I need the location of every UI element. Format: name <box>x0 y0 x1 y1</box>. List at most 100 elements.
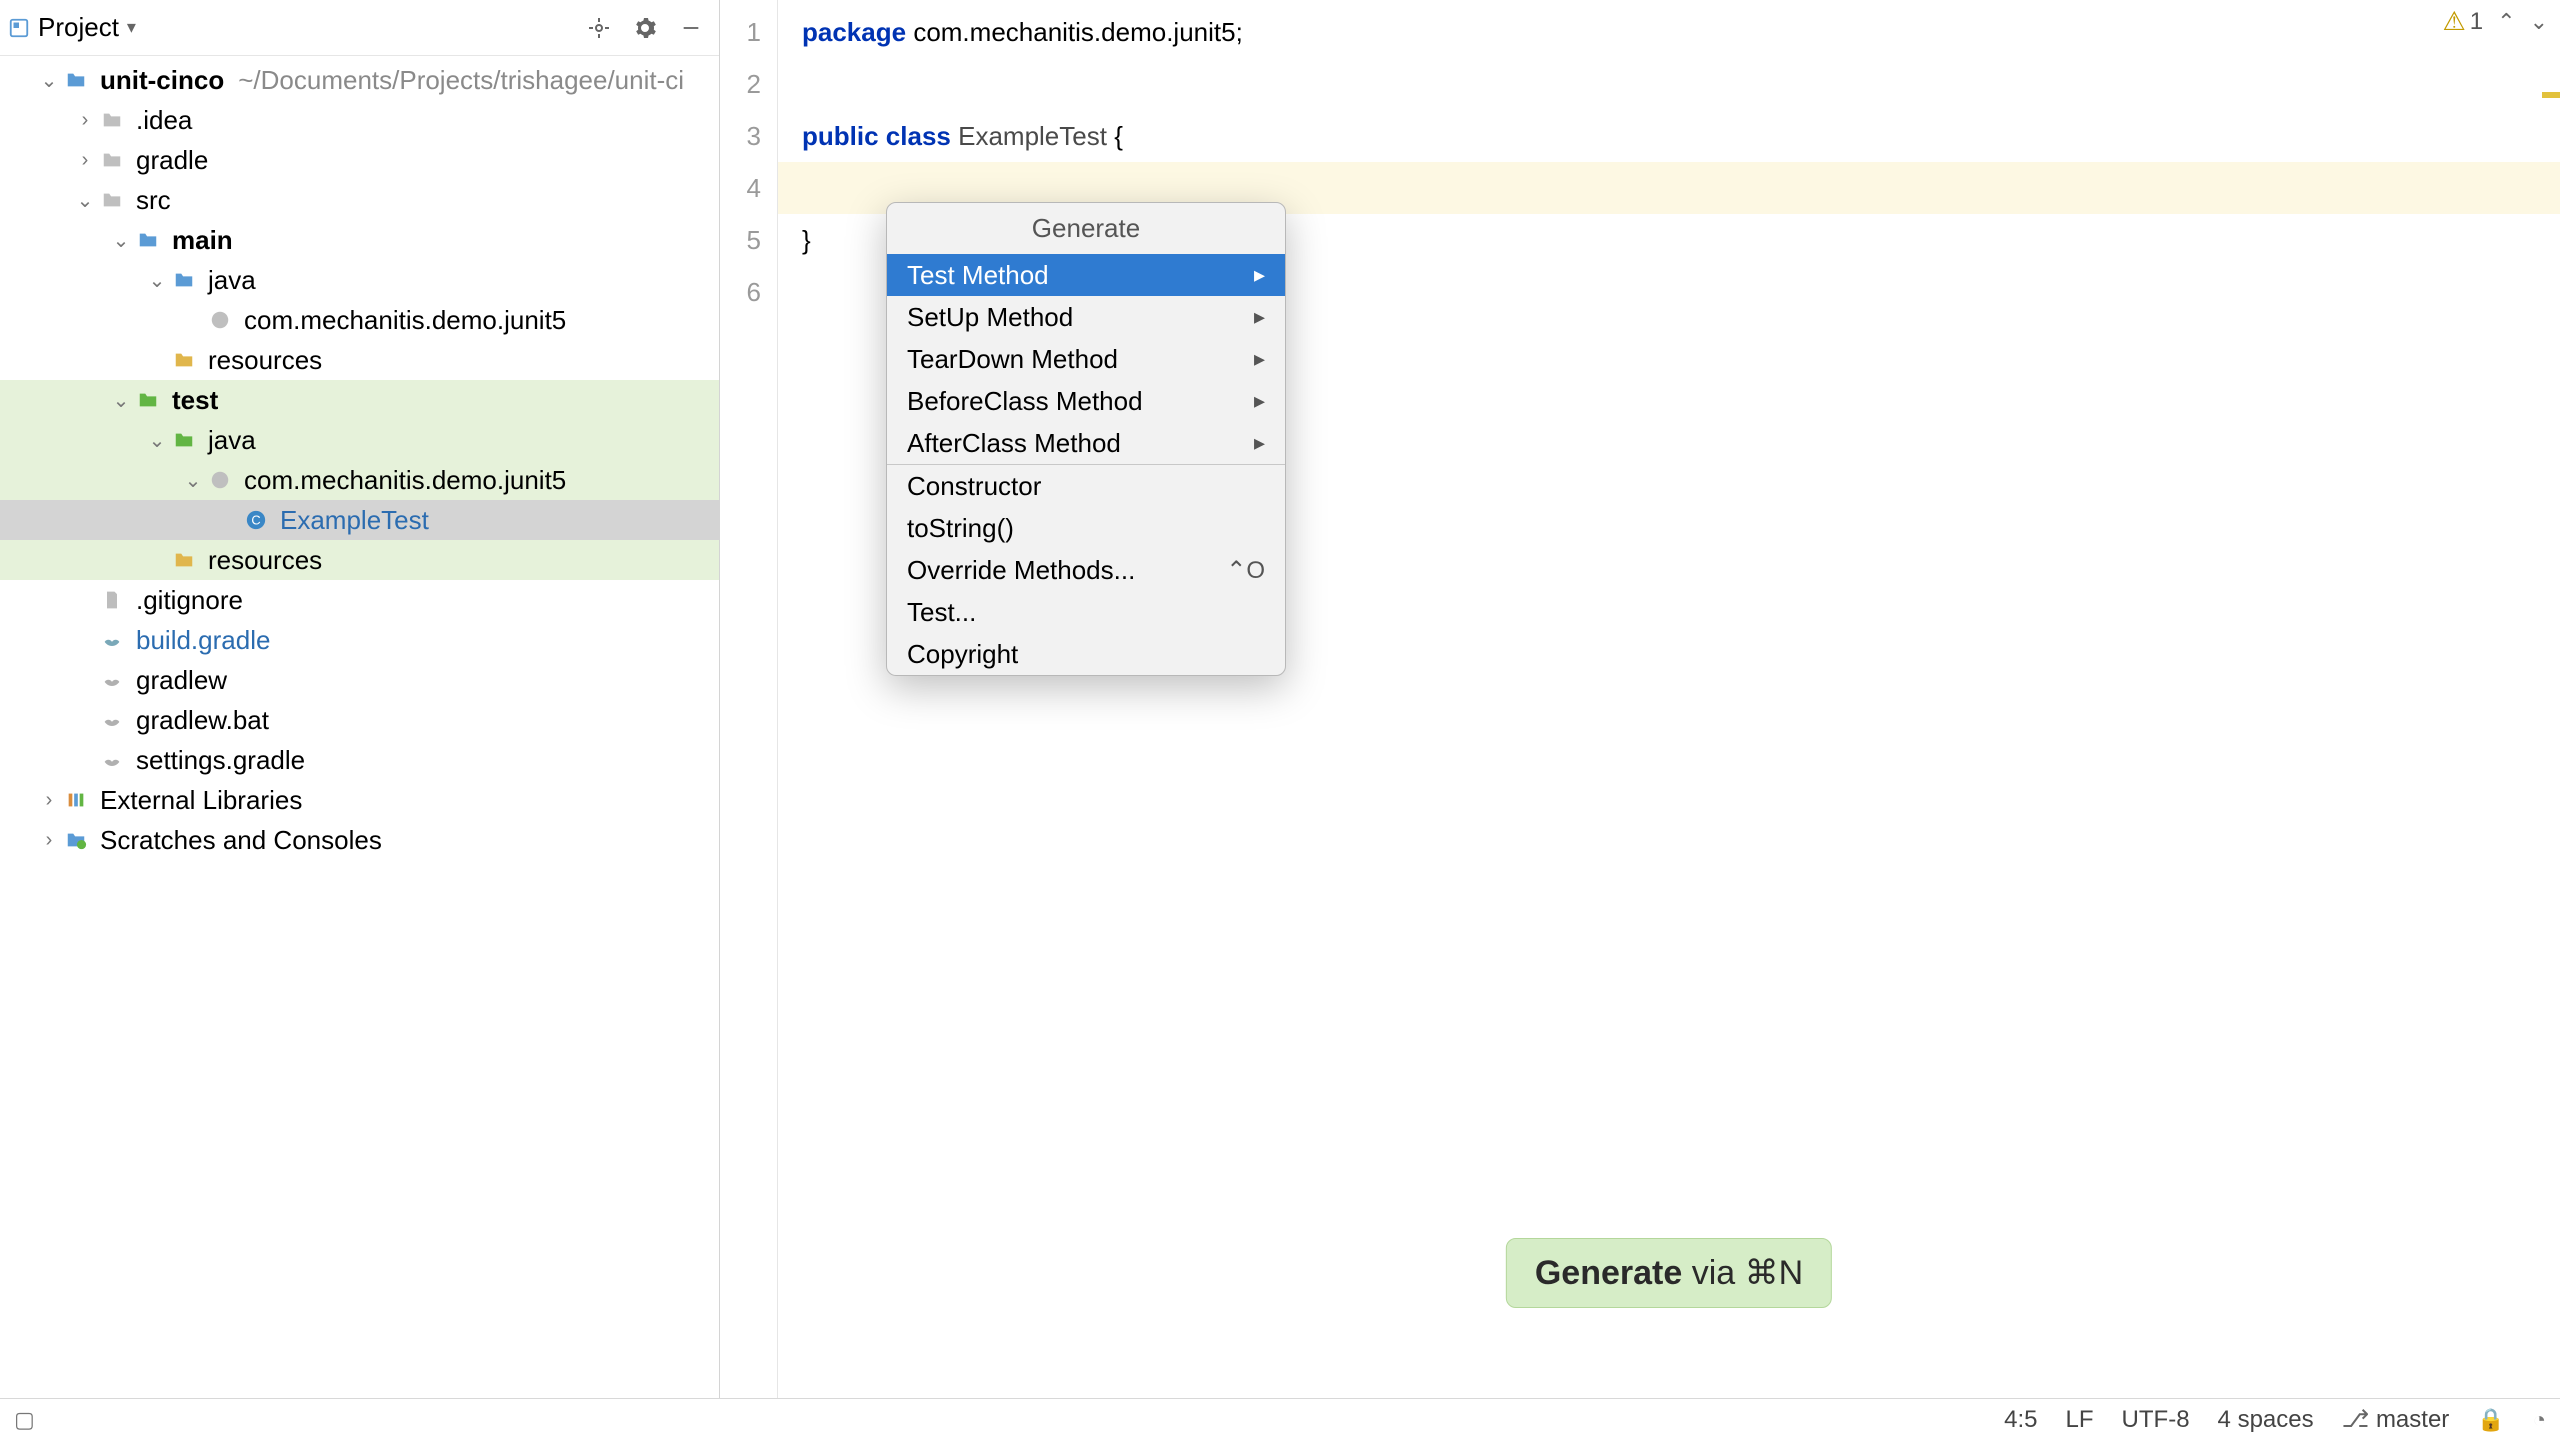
file-icon <box>98 586 126 614</box>
tree-item-test-java[interactable]: java <box>0 420 719 460</box>
project-view-selector[interactable]: Project ▾ <box>8 12 136 43</box>
project-name: unit-cinco <box>100 65 224 96</box>
tree-item-test-pkg[interactable]: com.mechanitis.demo.junit5 <box>0 460 719 500</box>
tool-windows-icon[interactable]: ▢ <box>14 1407 35 1433</box>
tree-label: com.mechanitis.demo.junit5 <box>244 305 566 336</box>
tree-label: gradle <box>136 145 208 176</box>
libraries-icon <box>62 786 90 814</box>
folder-icon <box>134 226 162 254</box>
presentation-assistant-toast: Generate via ⌘N <box>1506 1238 1832 1308</box>
project-toolbar: Project ▾ <box>0 0 719 56</box>
svg-text:C: C <box>251 513 260 528</box>
line-number: 2 <box>720 58 761 110</box>
menu-item-constructor[interactable]: Constructor <box>887 465 1285 507</box>
select-opened-file-button[interactable] <box>579 8 619 48</box>
tree-item-gitignore[interactable]: .gitignore <box>0 580 719 620</box>
submenu-arrow-icon: ▸ <box>1254 304 1265 330</box>
tree-label: src <box>136 185 171 216</box>
menu-item-test-method[interactable]: Test Method ▸ <box>887 254 1285 296</box>
submenu-arrow-icon: ▸ <box>1254 262 1265 288</box>
caret-position[interactable]: 4:5 <box>2004 1406 2037 1434</box>
warning-marker[interactable] <box>2542 92 2560 98</box>
menu-item-label: SetUp Method <box>907 302 1073 333</box>
source-folder-icon <box>170 266 198 294</box>
tree-label: Scratches and Consoles <box>100 825 382 856</box>
tree-item-main-res[interactable]: resources <box>0 340 719 380</box>
tree-item-gradle[interactable]: gradle <box>0 140 719 180</box>
project-sidebar: Project ▾ unit-cinco ~/Documents/Project… <box>0 0 720 1398</box>
tree-label: java <box>208 425 256 456</box>
branch-icon: ⎇ <box>2342 1406 2370 1433</box>
inspection-icon[interactable]: ◔ <box>2533 1407 2546 1433</box>
indent-setting[interactable]: 4 spaces <box>2218 1406 2314 1434</box>
menu-item-label: Override Methods... <box>907 555 1135 586</box>
code-area[interactable]: package com.mechanitis.demo.junit5; publ… <box>778 0 2560 1398</box>
file-encoding[interactable]: UTF-8 <box>2122 1406 2190 1434</box>
tree-label: main <box>172 225 233 256</box>
package-icon <box>206 466 234 494</box>
tree-label: .gitignore <box>136 585 243 616</box>
module-icon <box>62 66 90 94</box>
menu-item-beforeclass[interactable]: BeforeClass Method▸ <box>887 380 1285 422</box>
status-bar: ▢ 4:5 LF UTF-8 4 spaces ⎇ master 🔒 ◔ <box>0 1398 2560 1440</box>
line-number: 6 <box>720 266 761 318</box>
lock-icon[interactable]: 🔒 <box>2477 1407 2504 1433</box>
tree-item-main[interactable]: main <box>0 220 719 260</box>
line-number: 1 <box>720 6 761 58</box>
menu-item-teardown[interactable]: TearDown Method▸ <box>887 338 1285 380</box>
menu-item-tostring[interactable]: toString() <box>887 507 1285 549</box>
tree-item-gradlew[interactable]: gradlew <box>0 660 719 700</box>
tree-label: build.gradle <box>136 625 270 656</box>
tree-label: .idea <box>136 105 192 136</box>
git-branch[interactable]: ⎇ master <box>2342 1405 2450 1434</box>
tree-item-ext-libs[interactable]: External Libraries <box>0 780 719 820</box>
menu-item-copyright[interactable]: Copyright <box>887 633 1285 675</box>
tree-label: gradlew.bat <box>136 705 269 736</box>
scratches-icon <box>62 826 90 854</box>
tree-label: resources <box>208 345 322 376</box>
gradle-icon <box>98 666 126 694</box>
test-folder-icon <box>170 426 198 454</box>
menu-item-label: AfterClass Method <box>907 428 1121 459</box>
submenu-arrow-icon: ▸ <box>1254 388 1265 414</box>
menu-item-setup[interactable]: SetUp Method ▸ <box>887 296 1285 338</box>
editor: 1 2 3 4 5 6 package com.mechanitis.demo.… <box>720 0 2560 1398</box>
tree-label: gradlew <box>136 665 227 696</box>
tree-item-scratches[interactable]: Scratches and Consoles <box>0 820 719 860</box>
menu-item-afterclass[interactable]: AfterClass Method ▸ <box>887 422 1285 464</box>
tree-item-example-test[interactable]: CExampleTest <box>0 500 719 540</box>
warning-count: 1 <box>2470 8 2483 36</box>
line-separator[interactable]: LF <box>2066 1406 2094 1434</box>
menu-item-test[interactable]: Test... <box>887 591 1285 633</box>
prev-highlight-button[interactable]: ⌃ <box>2497 9 2515 35</box>
tree-item-main-java[interactable]: java <box>0 260 719 300</box>
line-number: 5 <box>720 214 761 266</box>
submenu-arrow-icon: ▸ <box>1254 430 1265 456</box>
menu-item-label: Copyright <box>907 639 1018 670</box>
settings-icon[interactable] <box>625 8 665 48</box>
tree-item-src[interactable]: src <box>0 180 719 220</box>
line-gutter: 1 2 3 4 5 6 <box>720 0 778 1398</box>
menu-item-label: Test Method <box>907 260 1049 291</box>
chevron-down-icon: ▾ <box>127 17 136 38</box>
tree-item-gradlew-bat[interactable]: gradlew.bat <box>0 700 719 740</box>
resources-folder-icon <box>170 546 198 574</box>
warning-badge[interactable]: ⚠1 <box>2442 6 2483 37</box>
tree-label: resources <box>208 545 322 576</box>
tree-item-main-pkg[interactable]: com.mechanitis.demo.junit5 <box>0 300 719 340</box>
error-stripe[interactable] <box>2542 0 2560 1398</box>
tree-item-build-gradle[interactable]: build.gradle <box>0 620 719 660</box>
tree-item-idea[interactable]: .idea <box>0 100 719 140</box>
project-tree: unit-cinco ~/Documents/Projects/trishage… <box>0 56 719 1398</box>
gradle-icon <box>98 746 126 774</box>
line-number: 4 <box>720 162 761 214</box>
tree-item-test-res[interactable]: resources <box>0 540 719 580</box>
tree-label: java <box>208 265 256 296</box>
tree-item-test[interactable]: test <box>0 380 719 420</box>
collapse-icon[interactable] <box>671 8 711 48</box>
menu-item-label: TearDown Method <box>907 344 1118 375</box>
menu-item-override[interactable]: Override Methods...⌃O <box>887 549 1285 591</box>
tree-item-settings-gradle[interactable]: settings.gradle <box>0 740 719 780</box>
tree-root[interactable]: unit-cinco ~/Documents/Projects/trishage… <box>0 60 719 100</box>
resources-folder-icon <box>170 346 198 374</box>
